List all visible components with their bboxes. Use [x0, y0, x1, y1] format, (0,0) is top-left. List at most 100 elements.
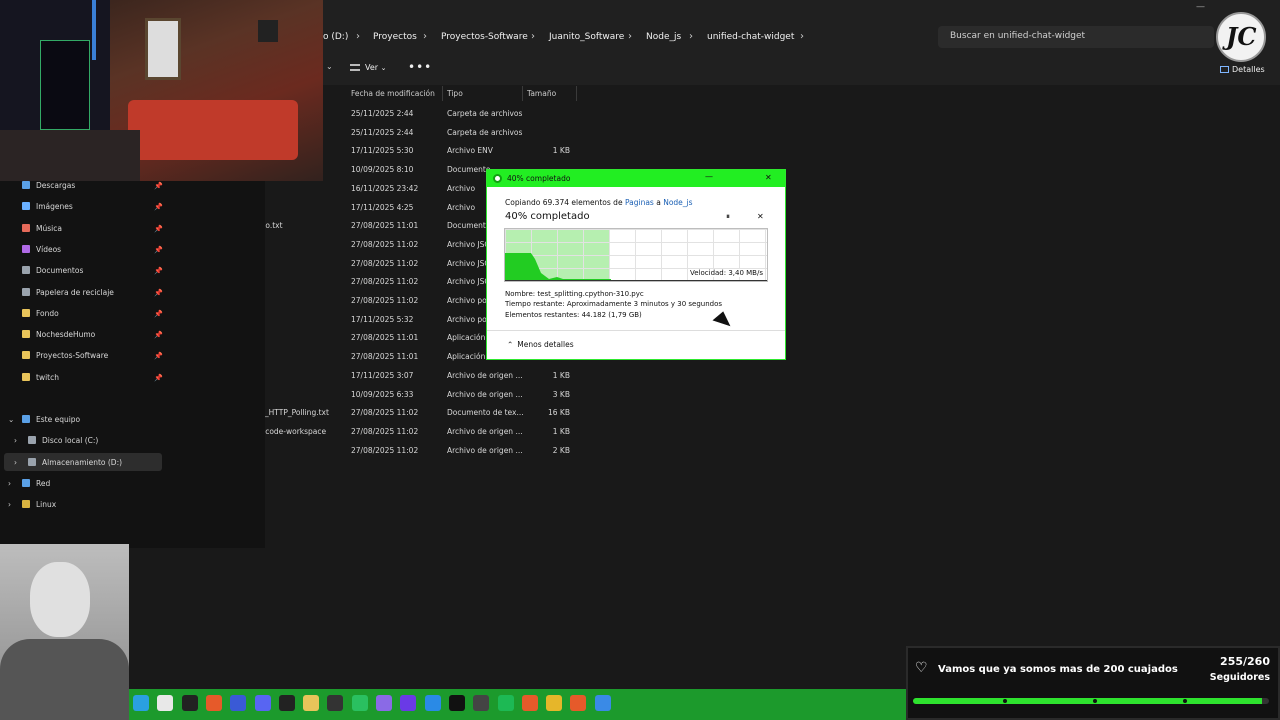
pin-icon[interactable]: 📌: [154, 225, 163, 233]
obs-icon[interactable]: [278, 695, 295, 711]
app-icon[interactable]: [351, 695, 368, 711]
breadcrumb-node-js[interactable]: Node_js: [646, 32, 681, 42]
speed-label: Velocidad: 3,40 MB/s: [690, 269, 763, 277]
chevron-right-icon: ›: [689, 31, 693, 42]
column-size[interactable]: Tamaño: [527, 89, 556, 98]
spotify-icon[interactable]: [497, 695, 514, 711]
breadcrumb-unified-chat-widget[interactable]: unified-chat-widget: [707, 32, 794, 42]
breadcrumb-proyectos-software[interactable]: Proyectos-Software: [441, 32, 528, 42]
chevron-right-icon: ›: [423, 31, 427, 42]
nav-item[interactable]: NochesdeHumo: [22, 330, 95, 339]
chevron-right-icon: ›: [356, 31, 360, 42]
nav-item[interactable]: Vídeos: [22, 244, 61, 254]
pin-icon[interactable]: 📌: [154, 182, 163, 190]
chevron-right-icon: ›: [628, 31, 632, 42]
nav-item[interactable]: Fondo: [22, 308, 59, 318]
minimize-button[interactable]: —: [1196, 2, 1205, 12]
file-date: 17/11/2025 3:07: [351, 370, 414, 380]
pin-icon[interactable]: 📌: [154, 203, 163, 211]
nav-item[interactable]: Música: [22, 223, 62, 233]
details-pane-icon: [1220, 66, 1229, 73]
nav-disco-c[interactable]: Disco local (C:): [28, 436, 98, 445]
file-date: 27/08/2025 11:02: [351, 445, 419, 455]
nav-linux[interactable]: Linux: [22, 500, 56, 509]
nav-almacenamiento-d[interactable]: Almacenamiento (D:): [28, 458, 122, 467]
breadcrumb-drive[interactable]: o (D:): [323, 32, 348, 42]
nav-item[interactable]: Papelera de reciclaje: [22, 287, 114, 297]
nav-red[interactable]: Red: [22, 479, 50, 488]
desk-lamp-image: [92, 0, 96, 60]
progress-heading: 40% completado: [505, 211, 590, 222]
vscode-icon[interactable]: [424, 695, 441, 711]
sort-chevron-icon[interactable]: ⌄: [326, 62, 333, 71]
obs-studio-icon[interactable]: [327, 695, 344, 711]
bed-image: [128, 100, 298, 160]
file-type: Archivo ENV: [447, 146, 493, 156]
column-divider[interactable]: [442, 86, 443, 101]
nav-item[interactable]: twitch: [22, 372, 59, 382]
discord-icon[interactable]: [254, 695, 271, 711]
expand-chevron-icon[interactable]: ›: [14, 436, 17, 445]
collapse-chevron-icon[interactable]: ⌄: [8, 415, 14, 424]
expand-chevron-icon[interactable]: ›: [14, 458, 17, 467]
column-type[interactable]: Tipo: [447, 89, 463, 98]
app-icon[interactable]: [473, 695, 490, 711]
column-divider[interactable]: [576, 86, 577, 101]
chrome-icon[interactable]: [546, 695, 563, 711]
notes-icon[interactable]: [157, 695, 174, 711]
app-icon[interactable]: [133, 695, 149, 711]
file-date: 16/11/2025 23:42: [351, 183, 419, 193]
nav-item[interactable]: Proyectos-Software: [22, 351, 108, 360]
more-options-button[interactable]: •••: [408, 60, 432, 74]
intellij-icon[interactable]: [181, 695, 198, 711]
brave-icon[interactable]: [205, 695, 222, 711]
dialog-close-button[interactable]: ✕: [765, 173, 772, 182]
file-size: 1 KB: [552, 146, 570, 156]
view-button[interactable]: Ver ⌄: [350, 63, 386, 72]
goal-message: Vamos que ya somos mas de 200 cuajados: [938, 664, 1178, 675]
vivaldi-icon[interactable]: [230, 695, 247, 711]
pin-icon[interactable]: 📌: [154, 374, 163, 382]
breadcrumb-juanito-software[interactable]: Juanito_Software: [549, 32, 624, 42]
source-folder-link[interactable]: Paginas: [625, 198, 654, 207]
file-date: 17/11/2025 5:32: [351, 314, 414, 324]
app-icon[interactable]: [376, 695, 392, 711]
less-details-button[interactable]: ⌃ Menos detalles: [507, 340, 574, 349]
pin-icon[interactable]: 📌: [154, 246, 163, 254]
search-input[interactable]: Buscar en unified-chat-widget: [938, 26, 1214, 48]
nav-item[interactable]: Descargas: [22, 181, 75, 190]
column-modified[interactable]: Fecha de modificación: [351, 89, 435, 98]
dialog-minimize-button[interactable]: —: [705, 172, 713, 181]
pin-icon[interactable]: 📌: [154, 267, 163, 275]
file-type: Archivo po: [447, 296, 487, 305]
nav-item[interactable]: Imágenes: [22, 202, 73, 211]
column-divider[interactable]: [522, 86, 523, 101]
cancel-copy-button[interactable]: ✕: [757, 212, 764, 221]
pin-icon[interactable]: 📌: [154, 331, 163, 339]
pin-icon[interactable]: 📌: [154, 352, 163, 360]
file-type: Archivo JSO: [447, 239, 491, 249]
details-button[interactable]: Detalles: [1220, 65, 1265, 74]
brave-icon[interactable]: [521, 695, 538, 711]
pin-icon[interactable]: 📌: [154, 289, 163, 297]
file-type: Archivo de origen ...: [447, 445, 523, 455]
pin-icon[interactable]: 📌: [154, 310, 163, 318]
file-date: 27/08/2025 11:01: [351, 333, 419, 343]
destination-folder-link[interactable]: Node_js: [663, 198, 692, 207]
breadcrumb-proyectos[interactable]: Proyectos: [373, 32, 417, 42]
file-type: Archivo JSO: [447, 258, 491, 268]
pause-button[interactable]: ⏸: [726, 212, 730, 222]
goal-marker: [1183, 699, 1187, 703]
git-icon[interactable]: [570, 695, 587, 711]
visual-studio-icon[interactable]: [400, 695, 417, 711]
expand-chevron-icon[interactable]: ›: [8, 479, 11, 488]
nav-este-equipo[interactable]: Este equipo: [22, 415, 80, 424]
file-explorer-icon[interactable]: [303, 695, 320, 711]
expand-chevron-icon[interactable]: ›: [8, 500, 11, 509]
follower-goal-widget: ♡ Vamos que ya somos mas de 200 cuajados…: [906, 646, 1280, 720]
nav-item[interactable]: Documentos: [22, 266, 83, 275]
chevron-right-icon[interactable]: ›: [800, 31, 804, 42]
file-date: 17/11/2025 5:30: [351, 146, 414, 156]
app-icon[interactable]: [448, 695, 465, 711]
notepad-icon[interactable]: [594, 695, 611, 711]
